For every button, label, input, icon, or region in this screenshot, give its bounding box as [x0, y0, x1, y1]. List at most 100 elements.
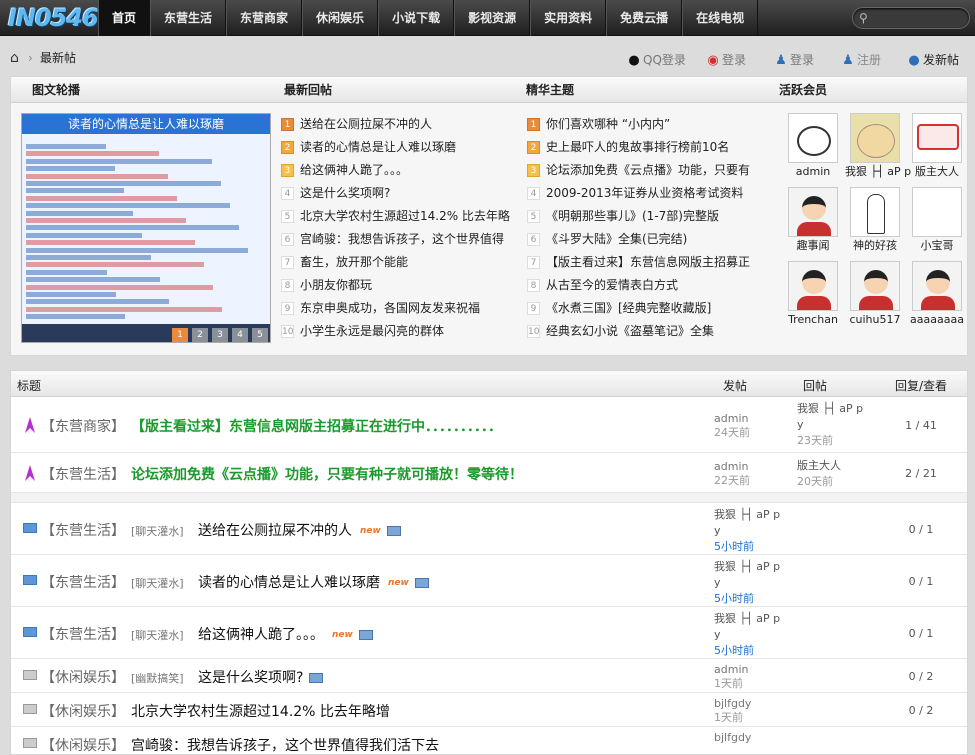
envelope-icon[interactable]	[23, 627, 37, 641]
member-name[interactable]: 神的好孩	[845, 237, 905, 255]
author-cell[interactable]: admin 1天前	[714, 663, 748, 691]
list-item[interactable]: 9 《水煮三国》[经典完整收藏版]	[527, 299, 777, 322]
list-item-title[interactable]: 小朋友你都玩	[300, 278, 372, 292]
member-card[interactable]: aaaaaaaa	[907, 261, 967, 331]
list-item[interactable]: 10 经典玄幻小说《盗墓笔记》全集	[527, 322, 777, 345]
list-item-title[interactable]: 经典玄幻小说《盗墓笔记》全集	[546, 324, 714, 338]
carousel-page-button[interactable]: 3	[212, 328, 228, 342]
thread-title[interactable]: 给这俩神人跪了。。。 new	[198, 624, 373, 644]
nav-item[interactable]: 影视资源	[454, 0, 531, 36]
list-item[interactable]: 2 读者的心情总是让人难以琢磨	[281, 138, 511, 161]
list-item[interactable]: 8 小朋友你都玩	[281, 276, 511, 299]
member-name[interactable]: Trenchan	[783, 311, 843, 329]
sketch-avatar[interactable]	[850, 187, 900, 237]
author-name[interactable]: bjlfgdy	[714, 731, 751, 744]
list-item[interactable]: 5 北京大学农村生源超过14.2% 比去年略	[281, 207, 511, 230]
a-gou-avatar[interactable]	[912, 113, 962, 163]
forum-label[interactable]: 【东营生活】	[41, 624, 125, 644]
author-name[interactable]: 我狠 ├┤ aΡ p	[714, 560, 780, 573]
list-item[interactable]: 3 给这俩神人跪了。。。	[281, 161, 511, 184]
carousel-page-button[interactable]: 4	[232, 328, 248, 342]
list-item[interactable]: 4 2009-2013年证券从业资格考试资料	[527, 184, 777, 207]
thread-title[interactable]: 这是什么奖项啊?	[198, 667, 324, 687]
list-item-title[interactable]: 【版主看过来】东营信息网版主招募正	[546, 255, 750, 269]
member-name[interactable]: 小宝哥	[907, 237, 967, 255]
envelope-icon[interactable]	[23, 523, 37, 537]
member-name[interactable]: 我狠 ├┤ aΡ p	[845, 163, 911, 181]
table-row[interactable]: 【东营生活】 [聊天灌水] 读者的心情总是让人难以琢磨 new 我狠 ├┤ aΡ p y 5…	[11, 555, 967, 607]
thread-title[interactable]: 宫崎骏：我想告诉孩子，这个世界值得我们活下去	[131, 735, 439, 754]
author-name[interactable]: 我狠 ├┤ aΡ p	[714, 508, 780, 521]
last-reply-user[interactable]: 版主大人	[797, 459, 841, 472]
author-cell[interactable]: bjlfgdy	[714, 731, 751, 745]
pin-icon[interactable]	[23, 417, 37, 433]
author-cell[interactable]: 我狠 ├┤ aΡ p y 5小时前	[714, 611, 780, 659]
thread-title-text[interactable]: 论坛添加免费《云点播》功能，只要有种子就可播放！零等待！	[131, 467, 523, 483]
home-icon[interactable]: ⌂	[10, 51, 19, 65]
member-card[interactable]: cuihu517	[845, 261, 905, 331]
list-item[interactable]: 9 东京申奥成功，各国网友发来祝福	[281, 299, 511, 322]
author-name[interactable]: admin	[714, 412, 748, 425]
list-item-title[interactable]: 北京大学农村生源超过14.2% 比去年略	[300, 209, 510, 223]
author-name[interactable]: admin	[714, 663, 748, 676]
member-name[interactable]: 趣事闻	[783, 237, 843, 255]
list-item[interactable]: 6 宫崎骏：我想告诉孩子，这个世界值得	[281, 230, 511, 253]
thread-title-text[interactable]: 给这俩神人跪了。。。	[198, 627, 324, 643]
nav-item[interactable]: 东营生活	[150, 0, 227, 36]
forum-label[interactable]: 【休闲娱乐】	[41, 701, 125, 721]
image-carousel[interactable]: 读者的心情总是让人难以琢磨 12345	[21, 113, 271, 343]
author-cell[interactable]: bjlfgdy 1天前	[714, 697, 751, 725]
envelope-icon[interactable]	[23, 738, 37, 752]
envelope-icon[interactable]	[23, 575, 37, 589]
author-name[interactable]: 我狠 ├┤ aΡ p	[714, 612, 780, 625]
default-avatar[interactable]	[912, 261, 962, 311]
cat-avatar[interactable]	[788, 113, 838, 163]
list-item-title[interactable]: 论坛添加免费《云点播》功能，只要有	[546, 163, 750, 177]
list-item[interactable]: 1 你们喜欢哪种 “小内内”	[527, 115, 777, 138]
list-item-title[interactable]: 你们喜欢哪种 “小内内”	[546, 117, 670, 131]
list-item-title[interactable]: 东京申奥成功，各国网友发来祝福	[300, 301, 480, 315]
cartoon-avatar[interactable]	[850, 113, 900, 163]
envelope-icon[interactable]	[23, 670, 37, 684]
list-item[interactable]: 10 小学生永远是最闪亮的群体	[281, 322, 511, 345]
nav-item[interactable]: 小说下载	[378, 0, 455, 36]
list-item[interactable]: 1 送给在公厕拉屎不冲的人	[281, 115, 511, 138]
forum-label[interactable]: 【东营生活】	[41, 464, 125, 484]
list-item[interactable]: 5 《明朝那些事儿》(1-7部)完整版	[527, 207, 777, 230]
default-avatar[interactable]	[850, 261, 900, 311]
login-link[interactable]: ♟ 登录	[773, 52, 814, 68]
member-name[interactable]: 版主大人	[907, 163, 967, 181]
default-avatar[interactable]	[788, 187, 838, 237]
list-item[interactable]: 8 从古至今的爱情表白方式	[527, 276, 777, 299]
list-item-title[interactable]: 从古至今的爱情表白方式	[546, 278, 678, 292]
list-item[interactable]: 6 《斗罗大陆》全集(已完结)	[527, 230, 777, 253]
list-item[interactable]: 7 畜生，放开那个能能	[281, 253, 511, 276]
carousel-page-button[interactable]: 5	[252, 328, 268, 342]
nav-item[interactable]: 实用资料	[530, 0, 607, 36]
list-item[interactable]: 7 【版主看过来】东营信息网版主招募正	[527, 253, 777, 276]
author-name[interactable]: admin	[714, 460, 748, 473]
list-item-title[interactable]: 送给在公厕拉屎不冲的人	[300, 117, 432, 131]
list-item-title[interactable]: 读者的心情总是让人难以琢磨	[300, 140, 456, 154]
author-cell[interactable]: 我狠 ├┤ aΡ p y 5小时前	[714, 559, 780, 607]
qq-login-link[interactable]: ● QQ登录	[626, 52, 686, 68]
thread-title[interactable]: 读者的心情总是让人难以琢磨 new	[198, 572, 429, 592]
list-item-title[interactable]: 《明朝那些事儿》(1-7部)完整版	[546, 209, 719, 223]
last-reply-cell[interactable]: 我狠 ├┤ aΡ p y 23天前	[797, 401, 863, 449]
member-card[interactable]: 小宝哥	[907, 187, 967, 257]
search-input[interactable]: ⚲	[852, 7, 970, 29]
carousel-page-button[interactable]: 2	[192, 328, 208, 342]
author-cell[interactable]: admin 22天前	[714, 460, 750, 488]
search-icon[interactable]: ⚲	[859, 11, 873, 25]
forum-label[interactable]: 【东营商家】	[41, 416, 125, 436]
author-name[interactable]: bjlfgdy	[714, 697, 751, 710]
thread-title-text[interactable]: 送给在公厕拉屎不冲的人	[198, 523, 352, 539]
author-cell[interactable]: admin 24天前	[714, 412, 750, 440]
table-row[interactable]: 【休闲娱乐】 北京大学农村生源超过14.2% 比去年略增 bjlfgdy 1天前 0 /…	[11, 693, 967, 727]
thread-title[interactable]: 北京大学农村生源超过14.2% 比去年略增	[131, 701, 390, 721]
blank-avatar[interactable]	[912, 187, 962, 237]
list-item-title[interactable]: 《斗罗大陆》全集(已完结)	[546, 232, 687, 246]
member-card[interactable]: 神的好孩	[845, 187, 905, 257]
forum-label[interactable]: 【东营生活】	[41, 572, 125, 592]
member-card[interactable]: admin	[783, 113, 843, 183]
